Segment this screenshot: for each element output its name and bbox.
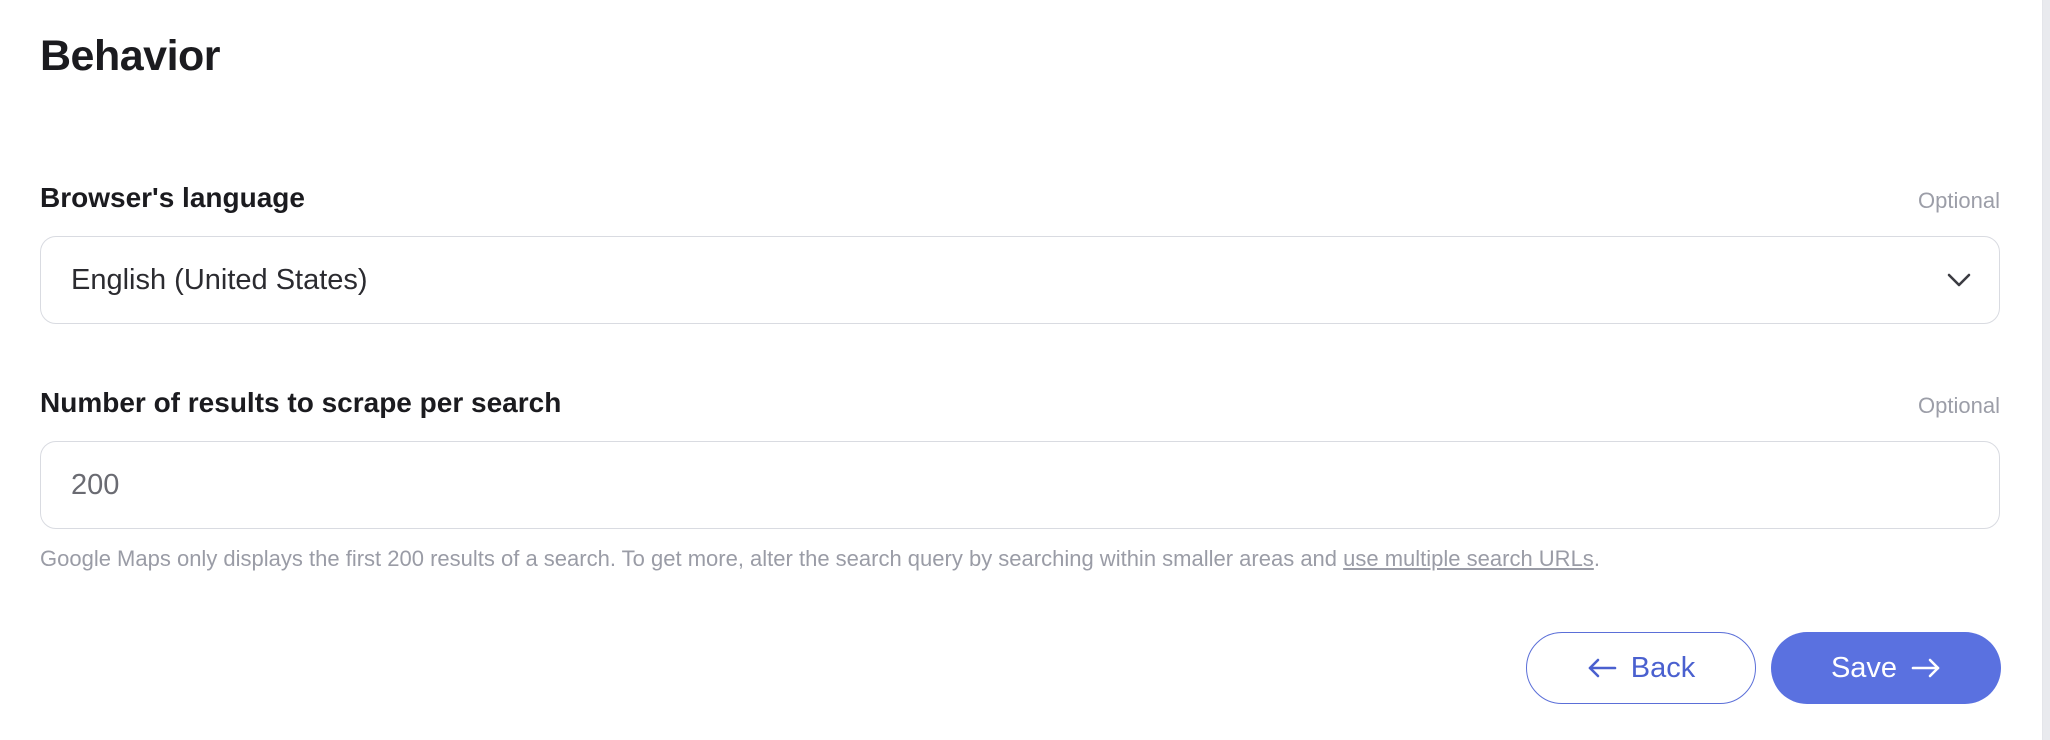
- language-label: Browser's language: [40, 182, 305, 213]
- section-title: Behavior: [40, 32, 221, 80]
- language-optional-tag: Optional: [1918, 188, 2000, 213]
- results-number-input[interactable]: 200: [40, 441, 2000, 529]
- results-label: Number of results to scrape per search: [40, 387, 562, 418]
- settings-panel: Behavior Browser's language Optional Eng…: [0, 0, 2043, 740]
- results-help-body: Google Maps only displays the first 200 …: [40, 546, 1344, 571]
- results-optional-tag: Optional: [1918, 393, 2000, 418]
- chevron-down-icon: [1945, 266, 1973, 294]
- arrow-right-icon: [1911, 656, 1941, 680]
- arrow-left-icon: [1587, 656, 1617, 680]
- language-select[interactable]: English (United States): [40, 236, 2000, 324]
- multiple-search-urls-link[interactable]: use multiple search URLs: [1343, 546, 1594, 571]
- save-button[interactable]: Save: [1771, 632, 2001, 704]
- language-select-value: English (United States): [71, 263, 368, 296]
- back-button-label: Back: [1630, 651, 1696, 684]
- back-button[interactable]: Back: [1526, 632, 1756, 704]
- results-help-end: .: [1593, 546, 1600, 571]
- save-button-label: Save: [1830, 651, 1898, 684]
- results-input-value: 200: [71, 468, 120, 501]
- results-help-text: Google Maps only displays the first 200 …: [40, 546, 1600, 572]
